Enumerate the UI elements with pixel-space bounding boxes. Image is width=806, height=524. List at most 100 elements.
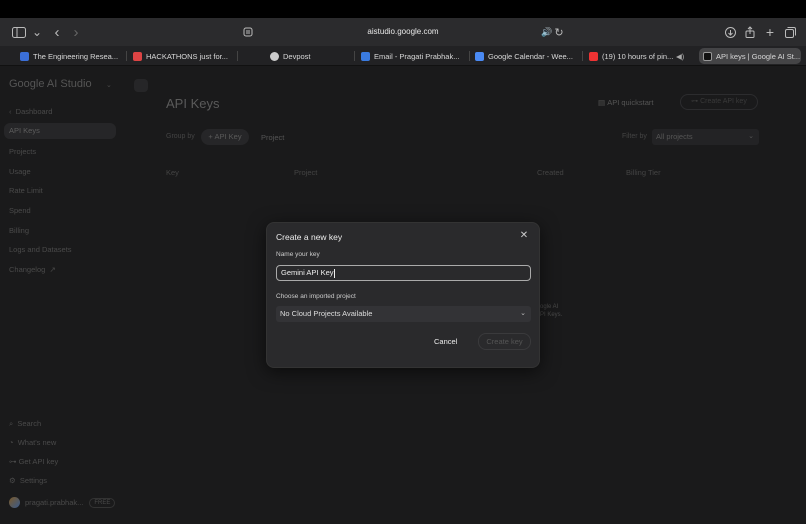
group-by-label: Group by xyxy=(166,133,195,140)
external-link-icon: ↗ xyxy=(49,265,56,274)
create-api-key-button[interactable]: ⊶ Create API key xyxy=(680,94,758,110)
plan-badge: FREE xyxy=(89,497,116,508)
key-name-input[interactable]: Gemini API Key xyxy=(276,265,531,281)
whats-new-label: What's new xyxy=(17,438,57,447)
column-billing-tier: Billing Tier xyxy=(626,168,661,177)
sidebar-item-projects[interactable]: Projects xyxy=(9,147,36,156)
group-api-key-label: API Key xyxy=(214,132,242,141)
tab-strip: The Engineering Resea... HACKATHONS just… xyxy=(0,46,806,66)
key-name-value: Gemini API Key xyxy=(281,268,334,277)
tab-label: API keys | Google AI St... xyxy=(716,51,801,61)
avatar xyxy=(9,497,20,508)
tab-audio-icon[interactable]: ◀) xyxy=(676,48,688,64)
sidebar-settings[interactable]: ⚙ Settings xyxy=(9,476,47,485)
create-key-button[interactable]: Create key xyxy=(478,333,531,350)
reload-icon[interactable]: ↻ xyxy=(550,18,568,46)
bell-icon: ◔ xyxy=(9,438,14,447)
download-icon[interactable] xyxy=(721,18,739,46)
filter-value: All projects xyxy=(656,132,693,141)
docs-icon xyxy=(20,51,29,61)
sidebar-item-billing[interactable]: Billing xyxy=(9,226,29,235)
chevron-down-icon: ⌄ xyxy=(748,133,754,140)
page-title: API Keys xyxy=(166,96,220,111)
sidebar-item-usage[interactable]: Usage xyxy=(9,167,31,176)
tab-label: Google Calendar - Wee... xyxy=(488,51,573,61)
devpost-icon xyxy=(270,51,279,61)
back-to-dashboard[interactable]: ‹ Dashboard xyxy=(9,107,52,116)
back-icon[interactable]: ‹ xyxy=(48,18,66,46)
tab-hackathons[interactable]: HACKATHONS just for... xyxy=(133,48,228,64)
tab-devpost[interactable]: Devpost xyxy=(270,48,320,64)
group-api-key-chip[interactable]: + API Key xyxy=(201,129,249,145)
back-label: Dashboard xyxy=(15,107,53,116)
search-icon: ⌕ xyxy=(9,419,14,428)
gear-icon: ⚙ xyxy=(9,476,16,485)
tab-calendar[interactable]: Google Calendar - Wee... xyxy=(475,48,575,64)
project-label: Choose an imported project xyxy=(276,293,356,300)
chevron-down-icon: ⌄ xyxy=(520,310,526,317)
tab-engineering[interactable]: The Engineering Resea... xyxy=(20,48,118,64)
ai-studio-icon xyxy=(703,51,712,61)
chevron-down-icon[interactable]: ⌄ xyxy=(28,18,46,46)
tab-label: (19) 10 hours of pin... xyxy=(602,51,674,61)
api-quickstart-link[interactable]: ▤ API quickstart xyxy=(598,98,653,107)
site-settings-icon[interactable] xyxy=(239,18,257,46)
share-icon[interactable] xyxy=(741,18,759,46)
background-text: ogle AI xyxy=(540,304,559,310)
collapse-sidebar-icon[interactable] xyxy=(134,79,148,92)
user-account[interactable]: pragati.prabhak... FREE xyxy=(9,497,116,508)
app-logo: Google AI Studio xyxy=(9,78,92,90)
address-bar[interactable]: aistudio.google.com xyxy=(340,24,466,40)
group-project-chip[interactable]: Project xyxy=(261,133,284,142)
sidebar-whats-new[interactable]: ◔ What's new xyxy=(9,438,56,447)
key-icon: ⊶ xyxy=(9,457,17,466)
get-api-key-label: Get API key xyxy=(18,457,59,466)
background-text: PI Keys. xyxy=(540,312,563,318)
chevron-down-icon[interactable]: ⌄ xyxy=(106,81,112,89)
search-label: Search xyxy=(17,419,42,428)
doc-icon: ▤ xyxy=(598,98,606,107)
new-tab-icon[interactable]: + xyxy=(761,18,779,46)
gmail-icon xyxy=(133,51,142,61)
browser-toolbar: ⌄ ‹ › aistudio.google.com 🔊 ↻ + xyxy=(0,18,806,46)
menu-bar xyxy=(0,0,806,18)
user-email: pragati.prabhak... xyxy=(25,498,84,507)
project-select[interactable]: No Cloud Projects Available ⌄ xyxy=(276,306,531,322)
create-api-key-label: Create API key xyxy=(700,98,747,105)
settings-label: Settings xyxy=(19,476,48,485)
sidebar: Google AI Studio ⌄ ‹ Dashboard API Keys … xyxy=(0,66,126,524)
create-key-dialog: Create a new key ✕ Name your key Gemini … xyxy=(266,222,540,368)
dialog-title: Create a new key xyxy=(276,232,343,242)
cancel-button[interactable]: Cancel xyxy=(434,337,457,346)
sidebar-item-rate-limit[interactable]: Rate Limit xyxy=(9,186,43,195)
outlook-icon xyxy=(361,51,370,61)
sidebar-get-api-key[interactable]: ⊶ Get API key xyxy=(9,457,58,466)
column-key: Key xyxy=(166,168,179,177)
tab-overview-icon[interactable] xyxy=(781,18,799,46)
tab-api-keys[interactable]: API keys | Google AI St... xyxy=(699,48,801,64)
tab-youtube[interactable]: (19) 10 hours of pin... xyxy=(589,48,675,64)
name-key-label: Name your key xyxy=(276,251,320,258)
tab-label: Email - Pragati Prabhak... xyxy=(374,51,460,61)
forward-icon[interactable]: › xyxy=(67,18,85,46)
sidebar-toggle-icon[interactable] xyxy=(8,18,30,46)
sidebar-search[interactable]: ⌕ Search xyxy=(9,419,41,429)
youtube-icon xyxy=(589,51,598,61)
tab-email[interactable]: Email - Pragati Prabhak... xyxy=(361,48,462,64)
sidebar-item-api-keys[interactable]: API Keys xyxy=(4,123,116,139)
text-cursor xyxy=(333,268,335,278)
quickstart-label: API quickstart xyxy=(607,98,654,107)
column-project: Project xyxy=(294,168,318,177)
project-select-value: No Cloud Projects Available xyxy=(280,309,373,318)
changelog-label: Changelog xyxy=(9,265,46,274)
sidebar-item-logs[interactable]: Logs and Datasets xyxy=(9,245,72,254)
filter-label: Filter by xyxy=(622,133,647,140)
sidebar-item-changelog[interactable]: Changelog ↗ xyxy=(9,265,56,274)
tab-label: Devpost xyxy=(283,51,311,61)
calendar-icon xyxy=(475,51,484,61)
filter-select[interactable]: All projects ⌄ xyxy=(652,129,759,145)
tab-label: HACKATHONS just for... xyxy=(146,51,228,61)
column-created: Created xyxy=(537,168,564,177)
close-icon[interactable]: ✕ xyxy=(518,230,530,242)
sidebar-item-spend[interactable]: Spend xyxy=(9,206,31,215)
